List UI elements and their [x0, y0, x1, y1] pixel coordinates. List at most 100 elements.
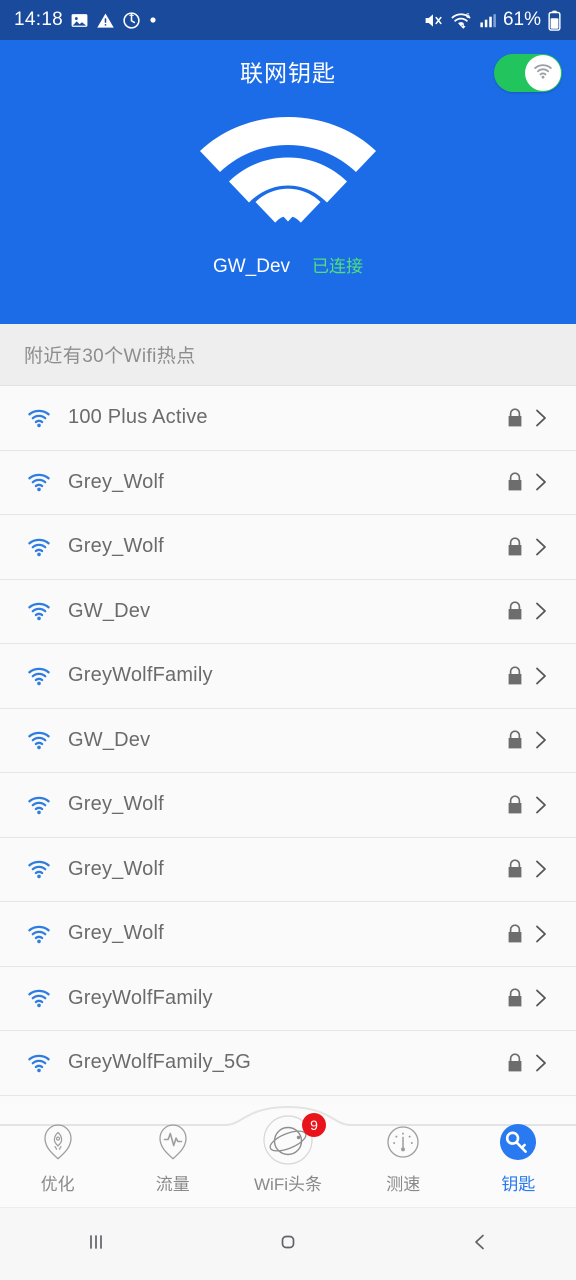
- lock-icon: [502, 471, 528, 493]
- back-button[interactable]: [430, 1208, 530, 1280]
- network-ssid-label: GreyWolfFamily_5G: [68, 1051, 252, 1074]
- wifi-icon: [532, 61, 554, 86]
- network-ssid-label: GreyWolfFamily: [68, 664, 213, 687]
- recents-button[interactable]: [46, 1208, 146, 1280]
- connected-network-hero: GW_Dev 已连接: [0, 102, 576, 278]
- planet-icon: 9: [260, 1113, 326, 1165]
- lock-icon: [502, 536, 528, 558]
- network-row[interactable]: Grey_Wolf: [0, 902, 576, 967]
- network-row[interactable]: Grey_Wolf: [0, 515, 576, 580]
- wifi-signal-icon: [24, 406, 58, 430]
- network-row[interactable]: GreyWolfFamily: [0, 966, 576, 1031]
- network-ssid-label: Grey_Wolf: [68, 922, 164, 945]
- wifi-signal-icon: [24, 664, 58, 688]
- recents-icon: [82, 1228, 110, 1261]
- wifi-signal-icon: [24, 728, 58, 752]
- wifi-signal-icon: [24, 922, 58, 946]
- network-row[interactable]: GW_Dev: [0, 708, 576, 773]
- battery-percent-label: 61%: [502, 9, 541, 30]
- battery-icon: [547, 10, 562, 31]
- wifi-signal-icon: [24, 470, 58, 494]
- chevron-right-icon[interactable]: [528, 664, 554, 688]
- bottom-nav-tab[interactable]: 流量: [115, 1119, 230, 1207]
- chevron-right-icon[interactable]: [528, 922, 554, 946]
- lock-icon: [502, 729, 528, 751]
- key-icon: [496, 1119, 540, 1165]
- network-ssid-label: GW_Dev: [68, 728, 151, 751]
- wifi-master-toggle[interactable]: [494, 54, 562, 92]
- bottom-nav-tab-label: 钥匙: [501, 1175, 536, 1194]
- lock-icon: [502, 923, 528, 945]
- chevron-right-icon[interactable]: [528, 793, 554, 817]
- pulse-icon: [153, 1119, 193, 1165]
- wifi-signal-icon: [24, 857, 58, 881]
- network-ssid-label: 100 Plus Active: [68, 406, 208, 429]
- notification-badge: 9: [302, 1113, 326, 1137]
- bottom-nav-tab[interactable]: 测速: [346, 1119, 461, 1207]
- app-root: 14:18 6 61% 联网钥匙 GW_Dev 已连接 附近有30个Wifi热点…: [0, 0, 576, 1280]
- wifi-signal-icon: [24, 535, 58, 559]
- alarm-history-icon: [122, 11, 141, 30]
- chevron-right-icon[interactable]: [528, 599, 554, 623]
- chevron-right-icon[interactable]: [528, 986, 554, 1010]
- nearby-count-header: 附近有30个Wifi热点: [0, 324, 576, 386]
- chevron-right-icon[interactable]: [528, 857, 554, 881]
- lock-icon: [502, 1052, 528, 1074]
- network-row[interactable]: Grey_Wolf: [0, 773, 576, 838]
- wifi-6-icon: 6: [450, 10, 472, 31]
- lock-icon: [502, 600, 528, 622]
- bottom-nav-tab-label: WiFi头条: [254, 1175, 322, 1194]
- nearby-count-label: 附近有30个Wifi热点: [24, 346, 196, 367]
- connected-ssid-label: GW_Dev: [212, 256, 291, 277]
- lock-icon: [502, 407, 528, 429]
- connection-status-label: 已连接: [312, 257, 364, 276]
- network-row[interactable]: GreyWolfFamily: [0, 644, 576, 709]
- wifi-signal-icon: [24, 793, 58, 817]
- svg-text:6: 6: [466, 13, 470, 20]
- chevron-right-icon[interactable]: [528, 406, 554, 430]
- network-ssid-label: Grey_Wolf: [68, 470, 164, 493]
- lock-icon: [502, 987, 528, 1009]
- chevron-right-icon[interactable]: [528, 535, 554, 559]
- wifi-signal-icon: [24, 1051, 58, 1075]
- bottom-nav-tab[interactable]: 钥匙: [461, 1119, 576, 1207]
- wifi-signal-icon: [24, 986, 58, 1010]
- toggle-knob: [525, 55, 561, 91]
- page-title: 联网钥匙: [240, 60, 336, 86]
- network-row[interactable]: Grey_Wolf: [0, 450, 576, 515]
- dot-icon: [148, 15, 158, 25]
- app-header: 联网钥匙 GW_Dev 已连接: [0, 40, 576, 324]
- network-row[interactable]: GW_Dev: [0, 579, 576, 644]
- header-bar: 联网钥匙: [0, 40, 576, 102]
- bottom-nav-tab-label: 测速: [386, 1175, 421, 1194]
- chevron-right-icon[interactable]: [528, 470, 554, 494]
- network-ssid-label: Grey_Wolf: [68, 535, 164, 558]
- home-button[interactable]: [238, 1208, 338, 1280]
- bottom-nav-tab[interactable]: 9 WiFi头条: [230, 1113, 345, 1207]
- network-ssid-label: GW_Dev: [68, 599, 151, 622]
- bottom-navigation: 优化 流量 9 WiFi头条 测速 钥匙: [0, 1105, 576, 1207]
- back-icon: [466, 1228, 494, 1261]
- wifi-network-list[interactable]: 100 Plus Active Grey_Wolf Grey_Wolf GW_D…: [0, 386, 576, 1105]
- bottom-nav-tab[interactable]: 优化: [0, 1119, 115, 1207]
- lock-icon: [502, 794, 528, 816]
- speedometer-icon: [383, 1119, 423, 1165]
- status-bar: 14:18 6 61%: [0, 0, 576, 40]
- hero-meta: GW_Dev 已连接: [213, 252, 363, 278]
- warning-icon: [96, 11, 115, 30]
- network-row[interactable]: Grey_Wolf: [0, 837, 576, 902]
- network-ssid-label: GreyWolfFamily: [68, 986, 213, 1009]
- wifi-signal-icon: [24, 599, 58, 623]
- rocket-icon: [38, 1119, 78, 1165]
- chevron-right-icon[interactable]: [528, 728, 554, 752]
- network-row[interactable]: GreyWolfFamily_5G: [0, 1031, 576, 1096]
- lock-icon: [502, 858, 528, 880]
- network-row[interactable]: 100 Plus Active: [0, 386, 576, 451]
- lock-icon: [502, 665, 528, 687]
- chevron-right-icon[interactable]: [528, 1051, 554, 1075]
- bottom-nav-tab-label: 优化: [40, 1175, 75, 1194]
- status-bar-left: 14:18: [14, 9, 158, 31]
- hero-wifi-icon: [193, 110, 383, 228]
- bottom-nav-tabs[interactable]: 优化 流量 9 WiFi头条 测速 钥匙: [0, 1105, 576, 1207]
- signal-bars-icon: [478, 11, 497, 30]
